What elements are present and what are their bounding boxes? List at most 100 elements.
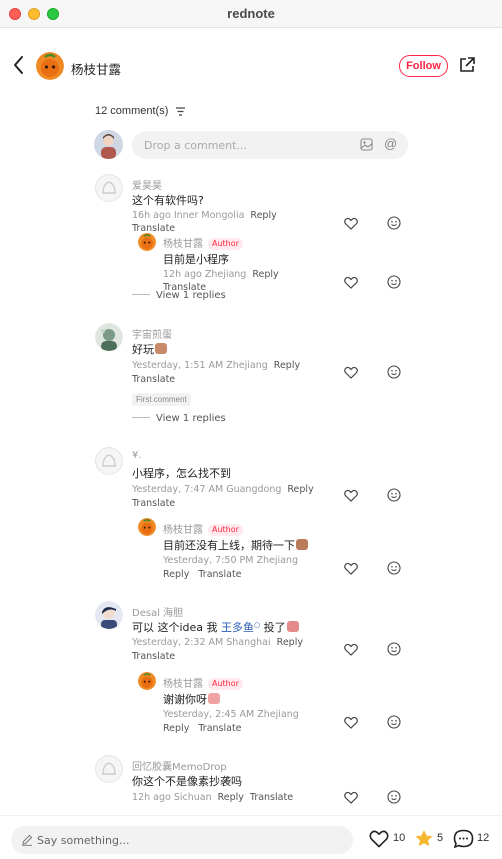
view-replies-label: View 1 replies [156, 290, 226, 301]
commenter-avatar[interactable] [95, 174, 123, 202]
emoji-sticker-icon [155, 343, 167, 354]
comment-time-location: Yesterday, 2:32 AM Shanghai [132, 637, 271, 648]
comment-text-tail: 投了 [260, 621, 286, 634]
translate-button[interactable]: Translate [132, 374, 175, 385]
heart-icon[interactable] [344, 791, 358, 804]
translate-button[interactable]: Translate [132, 651, 175, 662]
heart-icon[interactable] [344, 489, 358, 502]
emoji-icon[interactable] [387, 790, 401, 804]
view-replies-button[interactable]: View 1 replies [132, 413, 226, 424]
back-arrow-icon[interactable] [10, 54, 28, 76]
commenter-avatar[interactable] [95, 323, 123, 351]
user-mention-link[interactable]: 王多鱼 [221, 621, 254, 634]
emoji-sticker-icon [286, 621, 299, 632]
reply-button[interactable]: Reply [250, 210, 276, 221]
like-count: 10 [393, 832, 406, 844]
reply-time-location: 12h ago Zhejiang [163, 269, 247, 280]
commenter-name[interactable]: Desal 海胆 [132, 604, 183, 619]
heart-icon[interactable] [344, 562, 358, 575]
translate-button[interactable]: Translate [198, 569, 241, 580]
reply-author-name-text: 杨枝甘露 [163, 525, 203, 536]
commenter-name[interactable]: 爱昊昊 [132, 177, 162, 192]
emoji-icon[interactable] [387, 275, 401, 289]
bottom-action-bar: Say something... 10 5 12 [0, 815, 502, 859]
comment-input[interactable]: Drop a comment... @ [132, 131, 408, 159]
reply-text: 目前还没有上线，期待一下 [163, 537, 308, 553]
comment-total-count: 12 [477, 832, 490, 844]
emoji-sticker-icon [208, 693, 220, 704]
reply-button[interactable]: Reply [163, 723, 189, 734]
comment-text-content: 可以 这个idea 我 [132, 621, 222, 634]
comment-input-placeholder: Drop a comment... [144, 139, 247, 152]
comment-text: 可以 这个idea 我 王多鱼○ 投了 [132, 619, 299, 635]
reply-button[interactable]: Reply [252, 269, 278, 280]
heart-icon[interactable] [344, 276, 358, 289]
say-something-input[interactable]: Say something... [11, 826, 353, 854]
emoji-icon[interactable] [387, 561, 401, 575]
author-badge: Author [208, 678, 243, 690]
star-count: 5 [437, 832, 444, 844]
reply-button[interactable]: Reply [163, 569, 189, 580]
translate-button[interactable]: Translate [132, 223, 175, 234]
reply-author-avatar[interactable] [138, 672, 156, 690]
post-header: 杨枝甘露 Follow [0, 40, 502, 92]
reply-button[interactable]: Reply [277, 637, 303, 648]
author-badge: Author [208, 524, 243, 536]
at-icon[interactable]: @ [384, 137, 398, 151]
reply-text-content: 目前还没有上线，期待一下 [163, 539, 295, 552]
heart-icon[interactable] [369, 830, 389, 848]
commenter-avatar[interactable] [95, 447, 123, 475]
emoji-icon[interactable] [387, 715, 401, 729]
first-comment-tag: First comment [132, 393, 191, 406]
comment-meta: Yesterday, 2:32 AM Shanghai Reply [132, 637, 303, 648]
reply-author-name-text: 杨枝甘露 [163, 679, 203, 690]
view-replies-button[interactable]: View 1 replies [132, 290, 226, 301]
reply-meta: 12h ago Zhejiang Reply [163, 269, 279, 280]
reply-meta: Yesterday, 7:50 PM Zhejiang [163, 555, 298, 566]
heart-icon[interactable] [344, 217, 358, 230]
emoji-icon[interactable] [387, 365, 401, 379]
translate-button[interactable]: Translate [132, 498, 175, 509]
reply-author-avatar[interactable] [138, 518, 156, 536]
commenter-avatar[interactable] [95, 755, 123, 783]
comment-time-location: Yesterday, 7:47 AM Guangdong [132, 484, 282, 495]
follow-button[interactable]: Follow [399, 55, 448, 77]
image-icon[interactable] [360, 138, 373, 151]
chat-bubble-icon[interactable] [453, 829, 474, 849]
emoji-icon[interactable] [387, 488, 401, 502]
filter-icon[interactable] [175, 107, 186, 116]
window-title: rednote [227, 6, 275, 21]
author-avatar[interactable] [36, 52, 64, 80]
commenter-name[interactable]: 宇宙煎蛋 [132, 326, 172, 341]
reply-button[interactable]: Reply [274, 360, 300, 371]
translate-button[interactable]: Translate [198, 723, 241, 734]
comment-time-location: 12h ago Sichuan [132, 792, 212, 803]
comment-meta: Yesterday, 7:47 AM Guangdong Reply [132, 484, 314, 495]
comment-meta: 12h ago Sichuan Reply Translate [132, 792, 293, 803]
reply-button[interactable]: Reply [287, 484, 313, 495]
reply-text: 谢谢你呀 [163, 691, 220, 707]
comment-text: 好玩 [132, 341, 167, 357]
translate-button[interactable]: Translate [250, 792, 293, 803]
reply-author-name[interactable]: 杨枝甘露 Author [163, 521, 243, 536]
reply-author-name[interactable]: 杨枝甘露 Author [163, 235, 243, 250]
heart-icon[interactable] [344, 716, 358, 729]
heart-icon[interactable] [344, 366, 358, 379]
emoji-icon[interactable] [387, 642, 401, 656]
reply-actions: Reply Translate [163, 723, 242, 734]
heart-icon[interactable] [344, 643, 358, 656]
view-replies-label: View 1 replies [156, 413, 226, 424]
window-titlebar: rednote [0, 0, 502, 28]
commenter-avatar[interactable] [95, 601, 123, 629]
commenter-name[interactable]: 回忆胶囊MemoDrop [132, 758, 227, 773]
commenter-name[interactable]: ¥. [132, 450, 142, 461]
share-icon[interactable] [458, 56, 476, 74]
reply-author-name[interactable]: 杨枝甘露 Author [163, 675, 243, 690]
reply-author-avatar[interactable] [138, 233, 156, 251]
emoji-icon[interactable] [387, 216, 401, 230]
say-something-placeholder: Say something... [37, 834, 130, 847]
reply-button[interactable]: Reply [218, 792, 244, 803]
star-icon[interactable] [414, 829, 434, 848]
comment-meta: 16h ago Inner Mongolia Reply [132, 210, 277, 221]
author-name[interactable]: 杨枝甘露 [71, 59, 121, 78]
